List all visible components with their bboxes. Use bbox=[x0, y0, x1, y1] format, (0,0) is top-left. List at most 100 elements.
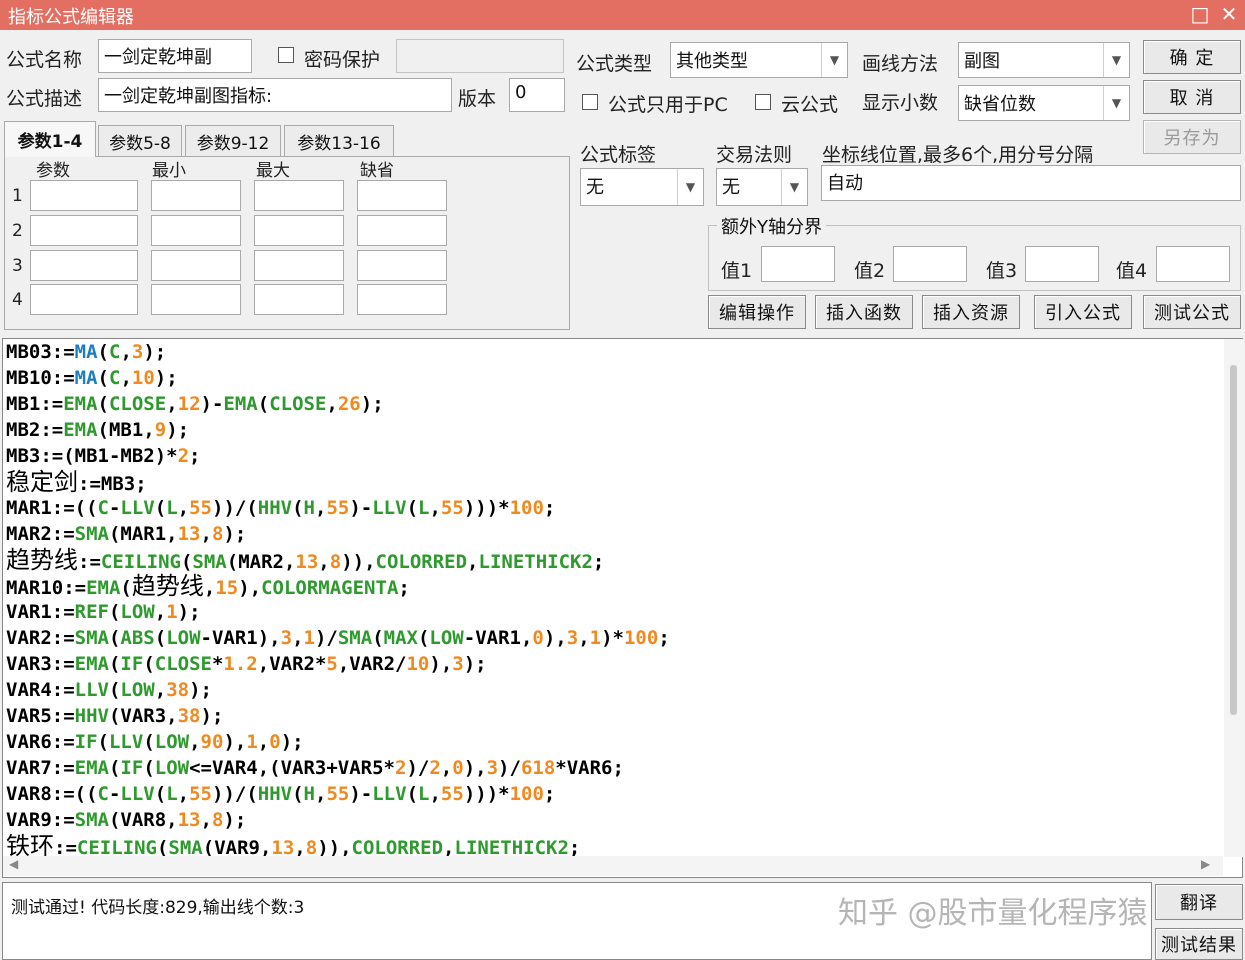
code-line[interactable]: VAR7:=EMA(IF(LOW<=VAR4,(VAR3+VAR5*2)/2,0… bbox=[6, 755, 670, 781]
decimals-select[interactable]: 缺省位数 ▼ bbox=[958, 85, 1130, 121]
insert-function-button[interactable]: 插入函数 bbox=[815, 295, 913, 329]
code-token: 1 bbox=[166, 601, 178, 623]
code-token: 8 bbox=[211, 809, 224, 831]
test-formula-button[interactable]: 测试公式 bbox=[1143, 295, 1241, 329]
code-line[interactable]: 趋势线:=CEILING(SMA(MAR2,13,8)),COLORRED,LI… bbox=[6, 547, 670, 573]
param-3-max-input[interactable] bbox=[254, 250, 344, 281]
param-3-min-input[interactable] bbox=[151, 250, 241, 281]
code-line[interactable]: VAR3:=EMA(IF(CLOSE*1.2,VAR2*5,VAR2/10),3… bbox=[6, 651, 670, 677]
code-line[interactable]: 稳定剑:=MB3; bbox=[6, 469, 670, 495]
param-1-min-input[interactable] bbox=[151, 180, 241, 211]
edit-operations-button[interactable]: 编辑操作 bbox=[708, 295, 806, 329]
tab-params-1-4[interactable]: 参数1-4 bbox=[4, 121, 96, 157]
y-value-2-input[interactable] bbox=[893, 246, 967, 282]
param-4-min-input[interactable] bbox=[151, 284, 241, 315]
maximize-icon[interactable]: □ bbox=[1188, 2, 1212, 26]
param-3-default-input[interactable] bbox=[357, 250, 447, 281]
code-line[interactable]: MB3:=(MB1-MB2)*2; bbox=[6, 443, 670, 469]
code-line[interactable]: MAR10:=EMA(趋势线,15),COLORMAGENTA; bbox=[6, 573, 670, 599]
formula-tag-select[interactable]: 无 ▼ bbox=[580, 168, 704, 206]
code-token: 3 bbox=[486, 757, 499, 779]
code-line[interactable]: VAR5:=HHV(VAR3,38); bbox=[6, 703, 670, 729]
scroll-right-icon[interactable]: ▶ bbox=[1201, 857, 1210, 871]
scroll-left-icon[interactable]: ◀ bbox=[9, 857, 18, 871]
coord-line-input[interactable]: 自动 bbox=[821, 165, 1241, 201]
param-2-min-input[interactable] bbox=[151, 215, 241, 246]
status-text: 测试通过! 代码长度:829,输出线个数:3 bbox=[11, 898, 305, 918]
code-token: L bbox=[418, 783, 430, 805]
code-token: , bbox=[578, 627, 590, 649]
chevron-down-icon: ▼ bbox=[781, 169, 807, 205]
tab-params-5-8[interactable]: 参数5-8 bbox=[98, 125, 182, 157]
formula-type-select[interactable]: 其他类型 ▼ bbox=[670, 42, 848, 78]
code-token: 13 bbox=[177, 809, 201, 831]
code-line[interactable]: VAR1:=REF(LOW,1); bbox=[6, 599, 670, 625]
draw-method-select[interactable]: 副图 ▼ bbox=[958, 42, 1130, 78]
code-line[interactable]: VAR4:=LLV(LOW,38); bbox=[6, 677, 670, 703]
y-value-1-input[interactable] bbox=[761, 246, 835, 282]
ok-button[interactable]: 确 定 bbox=[1143, 40, 1241, 74]
param-4-name-input[interactable] bbox=[30, 284, 138, 315]
code-line[interactable]: MAR1:=((C-LLV(L,55))/(HHV(H,55)-LLV(L,55… bbox=[6, 495, 670, 521]
code-editor[interactable]: MB03:=MA(C,3); MB10:=MA(C,10); MB1:=EMA(CL… bbox=[2, 338, 1243, 878]
param-1-max-input[interactable] bbox=[254, 180, 344, 211]
code-text[interactable]: MB03:=MA(C,3); MB10:=MA(C,10); MB1:=EMA(CL… bbox=[6, 339, 670, 859]
code-token: CLOSE bbox=[154, 653, 212, 675]
code-token: , bbox=[440, 757, 453, 779]
code-token: 9 bbox=[154, 419, 167, 441]
code-token: (VAR8, bbox=[108, 809, 178, 831]
pc-only-checkbox[interactable] bbox=[582, 94, 598, 110]
tab-params-13-16[interactable]: 参数13-16 bbox=[284, 125, 394, 157]
formula-desc-input[interactable]: 一剑定乾坤副图指标: bbox=[98, 78, 452, 112]
param-1-name-input[interactable] bbox=[30, 180, 138, 211]
param-4-default-input[interactable] bbox=[357, 284, 447, 315]
code-line[interactable]: MB1:=EMA(CLOSE,12)-EMA(CLOSE,26); bbox=[6, 391, 670, 417]
code-line[interactable]: MAR2:=SMA(MAR1,13,8); bbox=[6, 521, 670, 547]
code-line[interactable]: MB03:=MA(C,3); bbox=[6, 339, 670, 365]
code-line[interactable]: MB10:=MA(C,10); bbox=[6, 365, 670, 391]
code-token: MA bbox=[74, 367, 98, 389]
code-token: ( bbox=[417, 627, 430, 649]
import-formula-button[interactable]: 引入公式 bbox=[1034, 295, 1132, 329]
trade-rule-select[interactable]: 无 ▼ bbox=[716, 168, 808, 206]
code-line[interactable]: VAR6:=IF(LLV(LOW,90),1,0); bbox=[6, 729, 670, 755]
y-value-3-input[interactable] bbox=[1025, 246, 1099, 282]
cancel-button[interactable]: 取 消 bbox=[1143, 80, 1241, 114]
code-token: ), bbox=[223, 731, 247, 753]
param-2-max-input[interactable] bbox=[254, 215, 344, 246]
code-token: , bbox=[166, 393, 178, 415]
param-2-name-input[interactable] bbox=[30, 215, 138, 246]
code-line[interactable]: VAR9:=SMA(VAR8,13,8); bbox=[6, 807, 670, 833]
version-input[interactable]: 0 bbox=[509, 78, 565, 112]
code-token: )* bbox=[601, 627, 624, 649]
param-1-default-input[interactable] bbox=[357, 180, 447, 211]
code-token: ( bbox=[97, 367, 109, 389]
code-token: )/ bbox=[406, 757, 430, 779]
code-line[interactable]: VAR8:=((C-LLV(L,55))/(HHV(H,55)-LLV(L,55… bbox=[6, 781, 670, 807]
code-token: ; bbox=[543, 497, 556, 519]
close-icon[interactable]: ✕ bbox=[1217, 2, 1241, 26]
cloud-formula-checkbox[interactable] bbox=[755, 94, 771, 110]
insert-resource-button[interactable]: 插入资源 bbox=[922, 295, 1020, 329]
translate-button[interactable]: 翻译 bbox=[1155, 884, 1243, 920]
tab-params-9-12[interactable]: 参数9-12 bbox=[185, 125, 281, 157]
code-token: , bbox=[326, 393, 338, 415]
code-line[interactable]: MB2:=EMA(MB1,9); bbox=[6, 417, 670, 443]
password-checkbox[interactable] bbox=[278, 47, 294, 63]
formula-name-input[interactable]: 一剑定乾坤副 bbox=[98, 39, 252, 73]
code-token: ; bbox=[592, 551, 605, 573]
scrollbar-thumb[interactable] bbox=[1230, 365, 1237, 715]
param-3-name-input[interactable] bbox=[30, 250, 138, 281]
horizontal-scrollbar[interactable]: ◀ ▶ bbox=[3, 856, 1223, 876]
param-header-min: 最小 bbox=[152, 161, 186, 181]
y-value-4-input[interactable] bbox=[1156, 246, 1230, 282]
save-as-button[interactable]: 另存为 bbox=[1143, 120, 1241, 154]
test-result-button[interactable]: 测试结果 bbox=[1155, 928, 1243, 960]
param-row-number: 3 bbox=[12, 256, 23, 276]
param-4-max-input[interactable] bbox=[254, 284, 344, 315]
code-line[interactable]: VAR2:=SMA(ABS(LOW-VAR1),3,1)/SMA(MAX(LOW… bbox=[6, 625, 670, 651]
vertical-scrollbar[interactable] bbox=[1224, 339, 1244, 857]
code-token: ( bbox=[120, 577, 132, 599]
param-2-default-input[interactable] bbox=[357, 215, 447, 246]
password-input[interactable] bbox=[396, 39, 564, 73]
